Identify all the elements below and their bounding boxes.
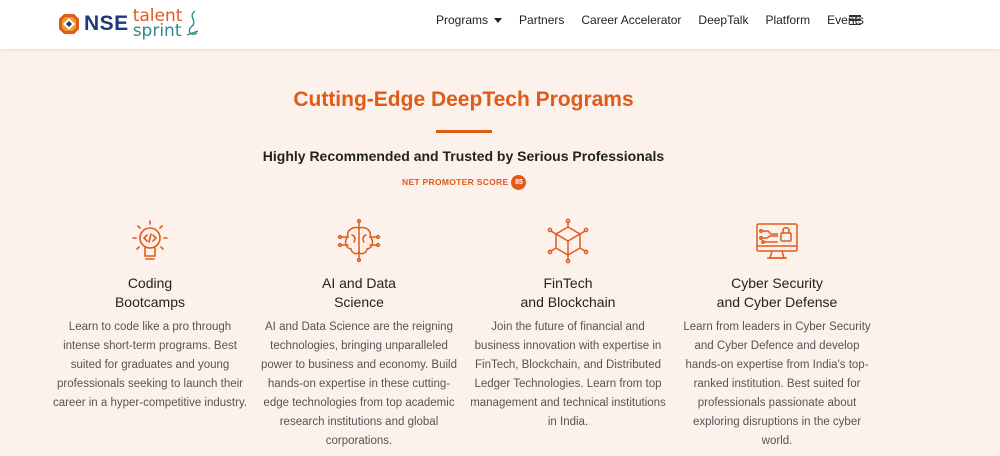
page-subtitle: Highly Recommended and Trusted by Seriou… [262, 148, 665, 164]
program-description: Learn to code like a pro through intense… [52, 321, 248, 409]
program-card-cyber-security[interactable]: Cyber Security and Cyber Defense Learn f… [677, 218, 877, 451]
logo-swirl-icon [187, 10, 199, 36]
nav-deeptalk[interactable]: DeepTalk [698, 13, 748, 27]
page-title: Cutting-Edge DeepTech Programs [293, 88, 634, 111]
program-title-line2: Bootcamps [114, 294, 186, 310]
brain-circuit-icon [337, 218, 381, 263]
program-card-ai-data-science[interactable]: AI and Data Science AI and Data Science … [259, 218, 459, 451]
program-card-fintech-blockchain[interactable]: FinTech and Blockchain Join the future o… [468, 218, 668, 432]
program-title-line2: and Cyber Defense [716, 294, 838, 310]
nav-programs-label: Programs [436, 13, 489, 27]
program-description: AI and Data Science are the reigning tec… [260, 321, 458, 447]
program-title-line2: Science [334, 294, 384, 310]
program-title-line1: AI and Data [322, 275, 396, 291]
chevron-down-icon [494, 17, 503, 23]
nav-partners[interactable]: Partners [519, 13, 564, 27]
program-title: AI and Data Science [259, 274, 459, 312]
blockchain-cube-icon [547, 218, 589, 264]
net-promoter-score: NET PROMOTER SCORE 85 [402, 174, 527, 190]
nav-programs[interactable]: Programs [436, 13, 503, 27]
program-title-line1: Cyber Security [731, 275, 823, 291]
logo-talentsprint-text: talent sprint [132, 8, 183, 41]
nav-platform[interactable]: Platform [765, 13, 810, 27]
hamburger-menu-icon[interactable] [849, 15, 861, 25]
nps-label: NET PROMOTER SCORE [402, 177, 509, 187]
nse-logo-icon [59, 14, 79, 34]
program-title: FinTech and Blockchain [468, 274, 668, 312]
program-description: Join the future of financial and busines… [470, 321, 666, 428]
main-nav: Programs Partners Career Accelerator Dee… [436, 0, 881, 40]
program-title-line2: and Blockchain [520, 294, 616, 310]
program-title-line1: Coding [127, 275, 173, 291]
nse-talentsprint-logo[interactable]: NSE talent sprint [58, 4, 201, 44]
monitor-lock-icon [756, 223, 798, 259]
program-description: Learn from leaders in Cyber Security and… [683, 321, 871, 447]
logo-nse-text: NSE [84, 12, 129, 35]
site-header: NSE talent sprint Programs Partners Care… [0, 0, 1000, 50]
title-underline [436, 130, 492, 133]
logo-sprint-text: sprint [132, 21, 182, 41]
program-title-line1: FinTech [543, 275, 593, 291]
program-title: Cyber Security and Cyber Defense [677, 274, 877, 312]
program-title: Coding Bootcamps [50, 274, 250, 312]
nav-career-accelerator[interactable]: Career Accelerator [581, 13, 681, 27]
lightbulb-code-icon [132, 220, 168, 260]
nps-badge: 85 [511, 174, 527, 190]
program-card-coding[interactable]: Coding Bootcamps Learn to code like a pr… [50, 218, 250, 413]
